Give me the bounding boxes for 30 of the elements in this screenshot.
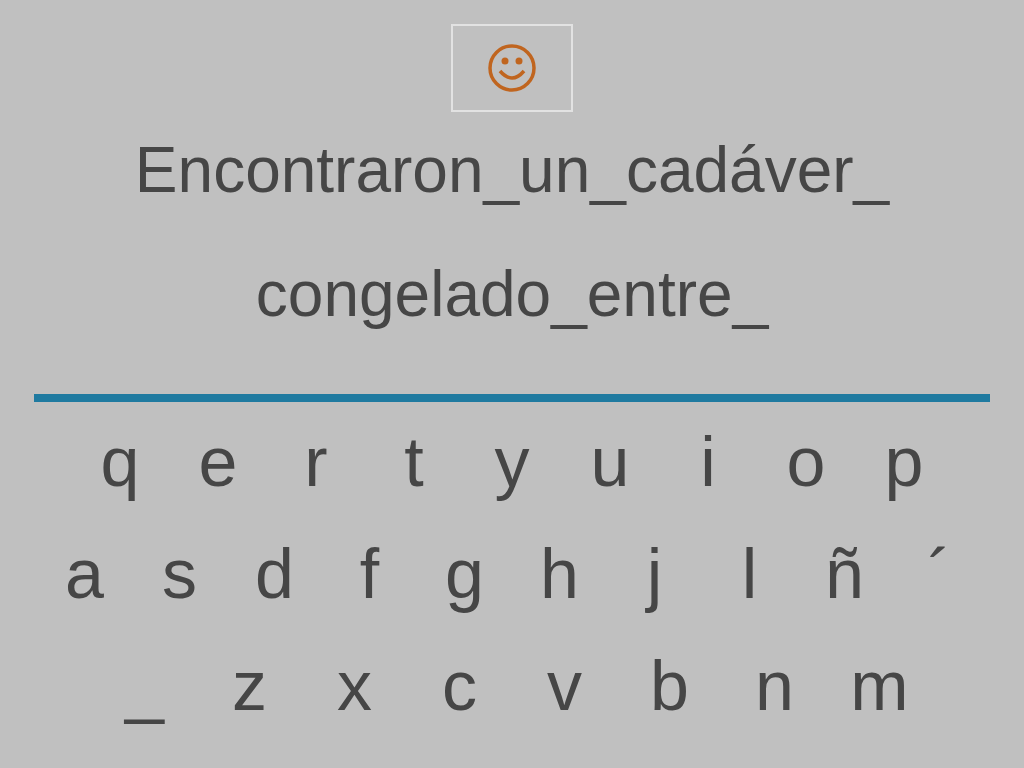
letter-key[interactable]: r: [267, 422, 365, 502]
letter-key[interactable]: b: [617, 646, 722, 726]
smiley-icon: [487, 43, 537, 93]
letter-key[interactable]: g: [417, 534, 512, 614]
letter-key[interactable]: ñ: [797, 534, 892, 614]
letter-key[interactable]: y: [463, 422, 561, 502]
letter-key[interactable]: m: [827, 646, 932, 726]
letter-key[interactable]: e: [169, 422, 267, 502]
sentence-text: congelado_entre_: [255, 257, 769, 332]
letter-key[interactable]: _: [92, 646, 197, 726]
letter-key[interactable]: o: [757, 422, 855, 502]
letter-key[interactable]: c: [407, 646, 512, 726]
letter-key[interactable]: ´: [892, 534, 987, 614]
sentence-text: Encontraron_un_cadáver_: [134, 133, 890, 208]
letter-key[interactable]: n: [722, 646, 827, 726]
letter-key[interactable]: h: [512, 534, 607, 614]
letter-key[interactable]: x: [302, 646, 407, 726]
letter-key[interactable]: t: [365, 422, 463, 502]
letter-key[interactable]: j: [607, 534, 702, 614]
letter-key[interactable]: p: [855, 422, 953, 502]
letter-key[interactable]: a: [37, 534, 132, 614]
letter-key[interactable]: s: [132, 534, 227, 614]
letter-key[interactable]: z: [197, 646, 302, 726]
letter-key[interactable]: q: [71, 422, 169, 502]
letter-key[interactable]: d: [227, 534, 322, 614]
letter-key[interactable]: v: [512, 646, 617, 726]
letter-key[interactable]: u: [561, 422, 659, 502]
letter-key[interactable]: l: [702, 534, 797, 614]
letter-key[interactable]: f: [322, 534, 417, 614]
letter-key[interactable]: i: [659, 422, 757, 502]
